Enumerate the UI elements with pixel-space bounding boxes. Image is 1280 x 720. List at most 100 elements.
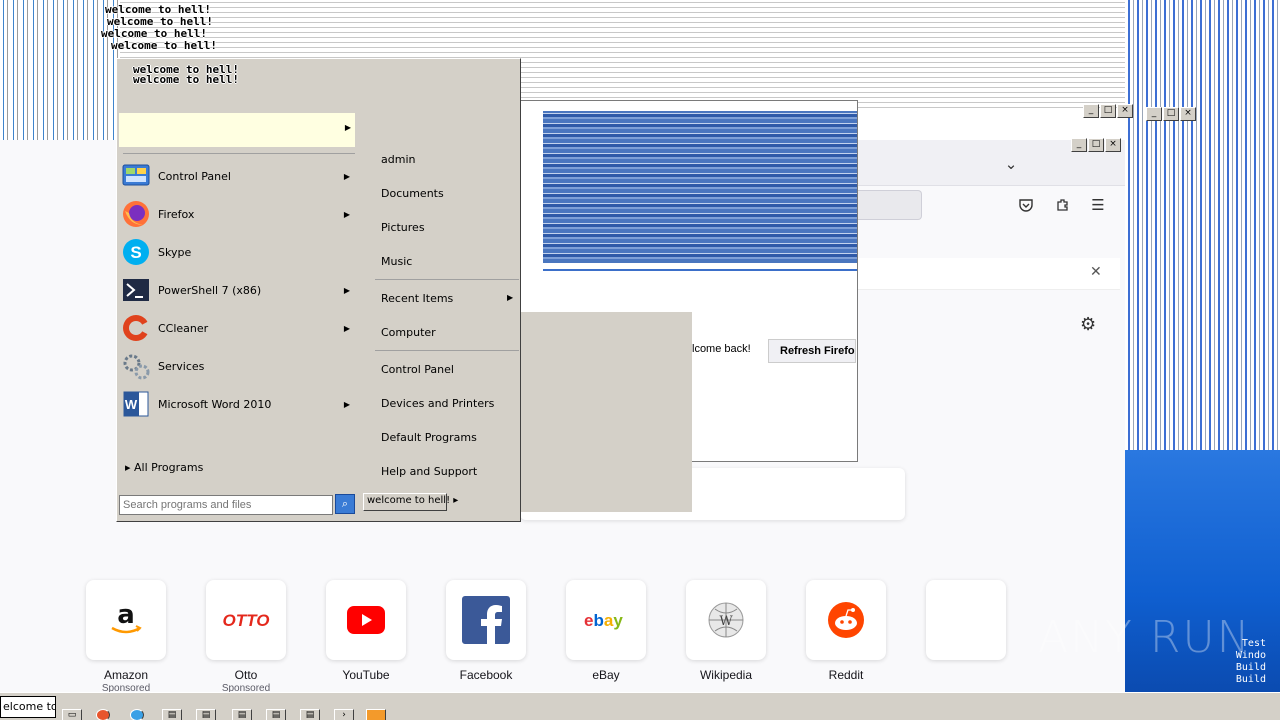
welcome-back-text: lcome back! [692,343,751,355]
refresh-firefox-button[interactable]: Refresh Firefox [768,339,856,363]
start-link-music[interactable]: Music [381,255,412,268]
highlighted-pinned-item[interactable]: ▶ [119,113,355,147]
start-search-input[interactable] [119,495,333,515]
close-icon[interactable]: ✕ [1090,264,1102,280]
start-link-help-support[interactable]: Help and Support [381,465,477,478]
youtube-logo [326,580,406,660]
facebook-logo [446,580,526,660]
edge-taskbar-icon[interactable] [130,709,144,720]
minimize-button[interactable]: _ [1071,138,1087,152]
shortcut-tile-facebook[interactable]: Facebook [446,580,526,682]
welcome-text: welcome to hell! [133,73,239,86]
reddit-logo [806,580,886,660]
firefox-taskbar-icon[interactable] [366,709,386,720]
minimize-button[interactable]: _ [1146,107,1162,121]
welcome-text: welcome to hell! [111,39,217,52]
tile-label: Otto [234,668,258,682]
pinned-firefox[interactable]: Firefox ▶ [120,196,356,232]
separator [375,350,519,351]
shortcut-tile-reddit[interactable]: Reddit [806,580,886,682]
watermark-line: Test [1241,638,1266,649]
window-taskbar-button[interactable]: ▤ [232,709,252,720]
anyrun-watermark: ANY RUN [1038,612,1252,663]
anyrun-brand: ANY RUN [1038,612,1252,663]
all-programs-label: All Programs [134,461,204,474]
close-button[interactable]: × [1105,138,1121,152]
separator [375,279,519,280]
pinned-control-panel[interactable]: Control Panel ▶ [120,158,356,194]
pinned-powershell[interactable]: PowerShell 7 (x86) ▶ [120,272,356,308]
ebay-logo: ebay [566,580,646,660]
powershell-taskbar-icon[interactable]: › [334,709,354,720]
close-button[interactable]: × [1117,104,1133,118]
start-link-default-programs[interactable]: Default Programs [381,431,477,444]
submenu-arrow-icon: ▶ [343,323,350,333]
window-taskbar-button[interactable]: ▤ [300,709,320,720]
watermark-line: Build [1235,662,1266,673]
shortcut-tile-otto[interactable]: OTTO Otto Sponsored [206,580,286,694]
watermark-line: Windo [1235,650,1266,661]
pocket-icon[interactable] [1015,194,1037,216]
gear-icon[interactable]: ⚙ [1080,314,1096,335]
tile-label: eBay [592,668,620,682]
windows-build-watermark: Test Windo Build Build [1236,638,1266,686]
menu-icon[interactable]: ☰ [1087,194,1109,216]
submenu-arrow-icon: ▶ [343,399,350,409]
glitched-gray-panel [520,312,692,512]
pinned-label: Firefox [158,207,195,221]
submenu-arrow-icon: ▶ [344,123,351,132]
chevron-down-icon[interactable]: ⌄ [1000,153,1022,175]
wikipedia-logo: W [686,580,766,660]
explorer-taskbar-icon[interactable]: ▭ [62,709,82,720]
start-link-documents[interactable]: Documents [381,187,444,200]
shortcut-tile-amazon[interactable]: a Amazon Sponsored [86,580,166,694]
start-link-pictures[interactable]: Pictures [381,221,425,234]
submenu-arrow-icon: ▶ [343,209,350,219]
services-gear-icon [120,350,152,382]
start-link-admin[interactable]: admin [381,153,415,166]
shortcut-tile-empty[interactable] [926,580,1006,660]
shortcut-tile-ebay[interactable]: ebay eBay [566,580,646,682]
start-link-control-panel[interactable]: Control Panel [381,363,454,376]
pinned-label: Microsoft Word 2010 [158,397,272,411]
start-link-recent-items[interactable]: Recent Items [381,292,453,305]
chrome-taskbar-icon[interactable] [96,709,110,720]
shortcut-tile-wikipedia[interactable]: W Wikipedia [686,580,766,682]
window-taskbar-button[interactable]: ▤ [162,709,182,720]
window-taskbar-button[interactable]: ▤ [196,709,216,720]
search-icon[interactable]: ⌕ [335,494,355,514]
svg-text:a: a [117,603,135,630]
window-taskbar-button[interactable]: ▤ [266,709,286,720]
window-caption-buttons: _ □ × [1083,104,1133,118]
pinned-services[interactable]: Services [120,348,356,384]
tile-label: Wikipedia [699,668,753,682]
shortcut-tile-youtube[interactable]: YouTube [326,580,406,682]
shutdown-label: welcome to hell! [367,495,451,506]
start-menu-right-pane: admin Documents Pictures Music Recent It… [371,59,521,521]
svg-text:W: W [719,614,733,629]
address-bar[interactable] [855,190,922,220]
pinned-skype[interactable]: S Skype [120,234,356,270]
pinned-label: PowerShell 7 (x86) [158,283,262,297]
window-caption-buttons: _ □ × [1071,138,1121,152]
start-link-computer[interactable]: Computer [381,326,436,339]
svg-text:OTTO: OTTO [223,611,270,630]
maximize-button[interactable]: □ [1100,104,1116,118]
close-button[interactable]: × [1180,107,1196,121]
extensions-icon[interactable] [1052,194,1074,216]
maximize-button[interactable]: □ [1163,107,1179,121]
pinned-word[interactable]: W Microsoft Word 2010 ▶ [120,386,356,422]
maximize-button[interactable]: □ [1088,138,1104,152]
start-button[interactable]: elcome to [0,696,56,718]
start-link-devices-printers[interactable]: Devices and Printers [381,397,494,410]
all-programs-button[interactable]: ▸ All Programs [125,461,203,474]
pinned-ccleaner[interactable]: CCleaner ▶ [120,310,356,346]
powershell-icon [120,274,152,306]
skype-icon: S [120,236,152,268]
minimize-button[interactable]: _ [1083,104,1099,118]
submenu-arrow-icon: ▶ [507,293,514,302]
watermark-line: Build [1235,674,1266,685]
start-menu: welcome to hell! welcome to hell! welcom… [101,3,521,522]
shutdown-button[interactable]: welcome to hell! ▸ [363,493,458,511]
glitched-address-strip [543,269,857,297]
